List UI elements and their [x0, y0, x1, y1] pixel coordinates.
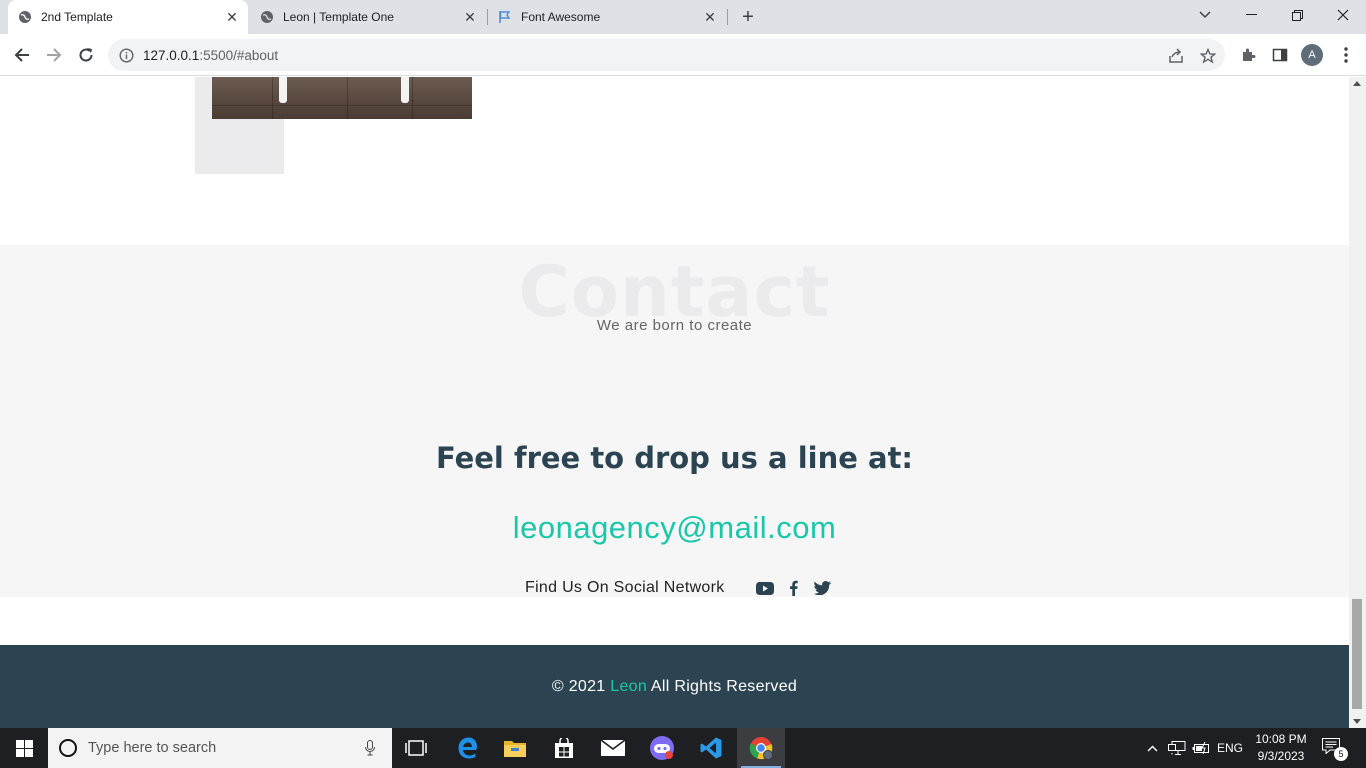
- globe-icon: [260, 10, 274, 24]
- folder-icon: [504, 741, 526, 757]
- search-placeholder: Type here to search: [88, 740, 217, 756]
- edge-icon: [458, 737, 477, 759]
- action-center-button[interactable]: 5: [1322, 738, 1348, 761]
- social-row: Find Us On Social Network: [525, 578, 842, 598]
- footer-rights: All Rights Reserved: [650, 677, 798, 695]
- page-scrollbar[interactable]: [1349, 77, 1366, 728]
- page-footer: © 2021 Leon All Rights Reserved: [0, 645, 1349, 728]
- facebook-icon[interactable]: [784, 578, 804, 598]
- bookmark-star-icon[interactable]: [1199, 47, 1217, 65]
- scroll-down-arrow-icon[interactable]: [1353, 719, 1361, 724]
- windows-logo-icon: [15, 739, 33, 757]
- reload-icon: [79, 48, 93, 62]
- tab-title: Font Awesome: [521, 10, 601, 24]
- forward-button[interactable]: [40, 41, 68, 69]
- start-button[interactable]: [0, 728, 48, 768]
- close-tab-icon[interactable]: ✕: [700, 7, 720, 27]
- store-app[interactable]: [540, 728, 588, 768]
- battery-icon[interactable]: [1191, 728, 1211, 768]
- minimize-button[interactable]: [1228, 0, 1274, 30]
- reload-button[interactable]: [72, 41, 100, 69]
- chrome-app[interactable]: [737, 728, 785, 768]
- url-text: 127.0.0.1:5500/#about: [143, 48, 278, 63]
- footer-brand: Leon: [610, 677, 648, 695]
- store-icon: [555, 738, 573, 758]
- copyright-year: © 2021: [551, 677, 606, 695]
- close-icon: [1337, 9, 1349, 21]
- task-view-button[interactable]: [392, 728, 440, 768]
- notification-count-badge: 5: [1334, 747, 1348, 761]
- tab-title: 2nd Template: [41, 10, 113, 24]
- tab-leon-template-one[interactable]: Leon | Template One ✕: [250, 0, 486, 34]
- cortana-icon: [59, 739, 77, 757]
- file-explorer-app[interactable]: [491, 728, 539, 768]
- edge-app[interactable]: [443, 728, 491, 768]
- address-bar[interactable]: 127.0.0.1:5500/#about: [108, 39, 1225, 71]
- tab-2nd-template[interactable]: 2nd Template ✕: [8, 0, 248, 34]
- restore-icon: [1291, 9, 1303, 21]
- arrow-right-icon: [47, 48, 62, 62]
- url-host: 127.0.0.1: [143, 47, 200, 63]
- close-tab-icon[interactable]: ✕: [460, 7, 480, 27]
- contact-email-link[interactable]: leonagency@mail.com: [0, 510, 1349, 546]
- footer-copyright: © 2021 Leon All Rights Reserved: [552, 678, 797, 696]
- vscode-icon: [700, 737, 722, 759]
- globe-icon: [18, 10, 32, 24]
- twitter-icon[interactable]: [813, 578, 833, 598]
- browser-toolbar: 127.0.0.1:5500/#about A: [0, 34, 1366, 76]
- system-clock[interactable]: 10:08 PM 9/3/2023: [1247, 731, 1315, 765]
- arrow-left-icon: [14, 48, 29, 62]
- url-path: :5500/#about: [199, 47, 279, 63]
- page-viewport: Contact We are born to create Feel free …: [0, 77, 1349, 728]
- close-tab-icon[interactable]: ✕: [222, 7, 242, 27]
- tab-font-awesome[interactable]: Font Awesome ✕: [488, 0, 726, 34]
- microphone-icon[interactable]: [362, 739, 378, 757]
- show-hidden-icons-chevron-up-icon[interactable]: [1144, 728, 1160, 768]
- close-window-button[interactable]: [1320, 0, 1366, 30]
- extensions-icon[interactable]: [1238, 45, 1258, 65]
- gamepad-icon: [650, 736, 674, 760]
- contact-heading: Feel free to drop us a line at:: [435, 441, 914, 475]
- clock-date: 9/3/2023: [1257, 749, 1305, 763]
- flag-icon: [498, 10, 512, 24]
- about-image: [212, 77, 472, 119]
- chevron-down-icon: [1199, 11, 1211, 19]
- profile-avatar[interactable]: A: [1301, 44, 1323, 66]
- restore-button[interactable]: [1274, 0, 1320, 30]
- social-label: Find Us On Social Network: [525, 579, 725, 596]
- kebab-menu-icon[interactable]: [1336, 45, 1356, 65]
- side-panel-icon[interactable]: [1270, 45, 1290, 65]
- windows-taskbar: Type here to search ENG 10:08 PM 9/3/202…: [0, 728, 1366, 768]
- share-icon[interactable]: [1167, 47, 1185, 65]
- tab-divider: [727, 9, 728, 25]
- new-tab-button[interactable]: +: [736, 5, 760, 29]
- taskbar-search-box[interactable]: Type here to search: [48, 728, 392, 768]
- minimize-icon: [1245, 14, 1257, 15]
- clock-time: 10:08 PM: [1255, 732, 1307, 746]
- contact-section: Contact We are born to create Feel free …: [0, 245, 1349, 597]
- vscode-app[interactable]: [687, 728, 735, 768]
- tab-search-button[interactable]: [1182, 0, 1228, 30]
- discord-like-app[interactable]: [638, 728, 686, 768]
- network-icon[interactable]: [1167, 728, 1187, 768]
- mail-app[interactable]: [589, 728, 637, 768]
- back-button[interactable]: [8, 41, 36, 69]
- language-indicator[interactable]: ENG: [1215, 728, 1245, 768]
- tab-strip: 2nd Template ✕ Leon | Template One ✕ Fon…: [0, 0, 1366, 34]
- chrome-icon: [749, 737, 773, 760]
- tab-title: Leon | Template One: [283, 10, 394, 24]
- info-icon[interactable]: [119, 47, 135, 63]
- mail-icon: [601, 740, 625, 756]
- task-view-icon: [405, 740, 427, 756]
- youtube-icon[interactable]: [755, 578, 775, 598]
- contact-subtitle: We are born to create: [596, 317, 753, 334]
- scroll-up-arrow-icon[interactable]: [1353, 81, 1361, 86]
- scroll-thumb[interactable]: [1352, 599, 1362, 709]
